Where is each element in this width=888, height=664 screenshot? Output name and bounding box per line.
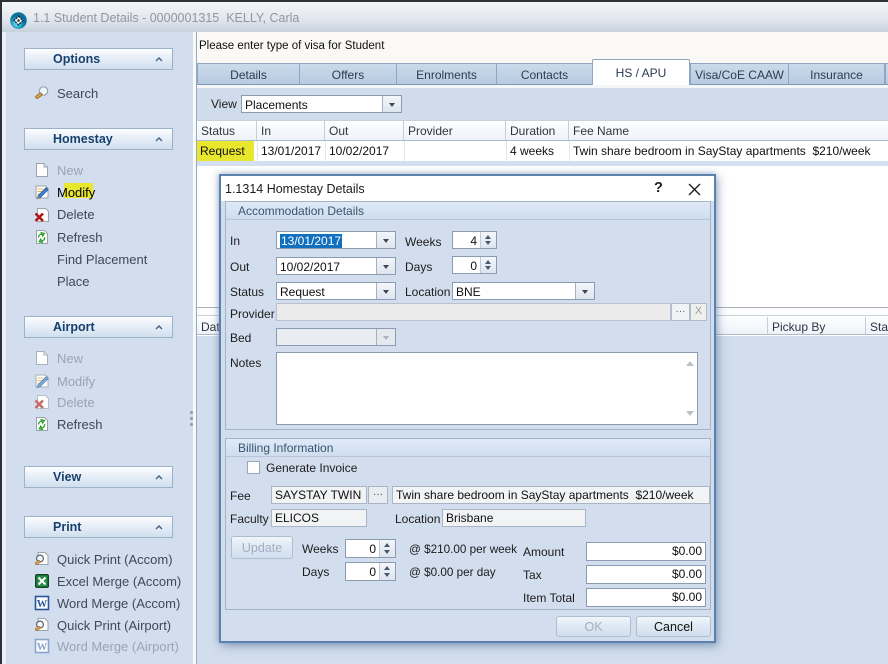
- svg-text:W: W: [37, 599, 48, 610]
- svg-text:W: W: [37, 642, 48, 653]
